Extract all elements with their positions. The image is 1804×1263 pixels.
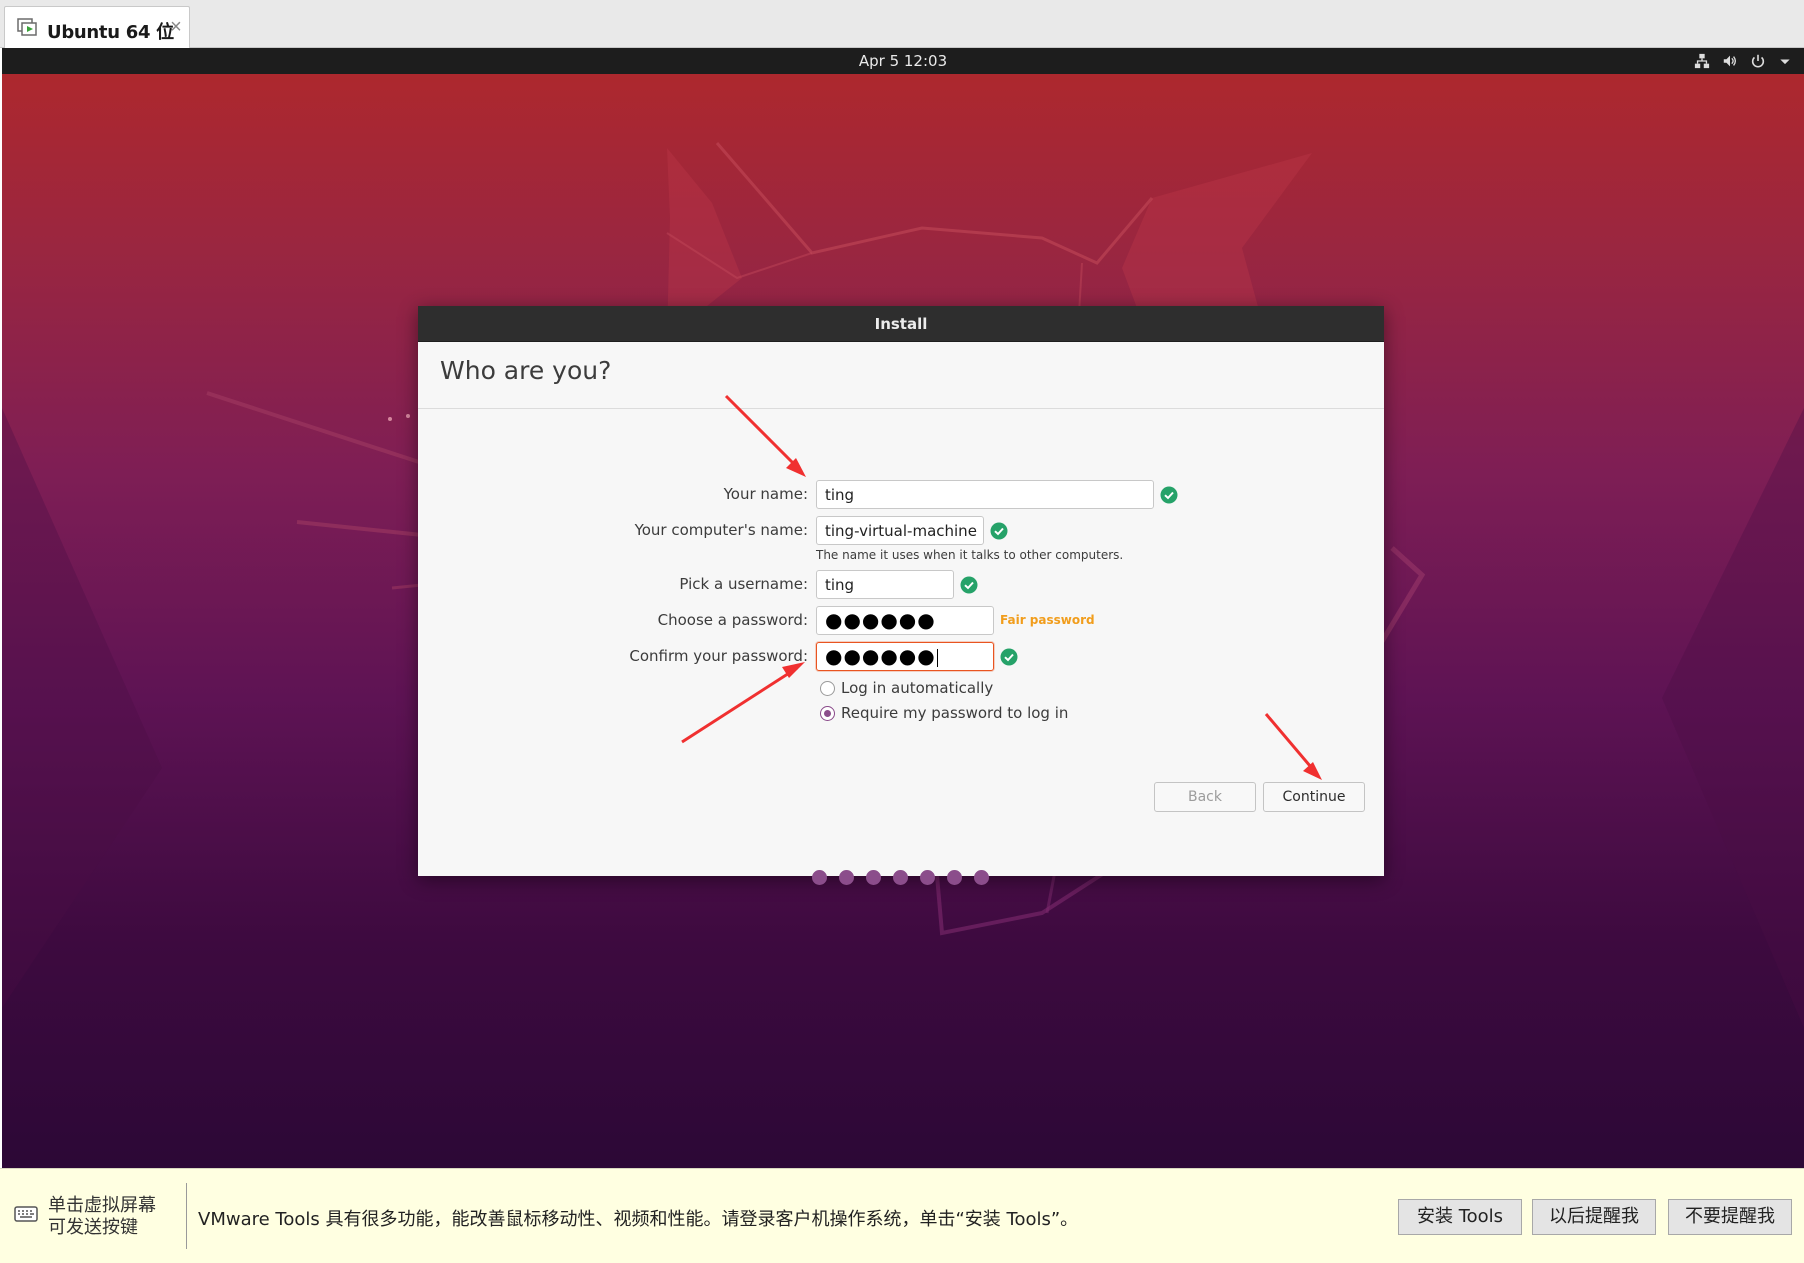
- your-name-input[interactable]: ting: [816, 480, 1154, 509]
- virtual-machine-icon: [17, 18, 37, 36]
- username-input[interactable]: ting: [816, 570, 954, 599]
- computer-name-label: Your computer's name:: [634, 521, 808, 539]
- install-window: Install Who are you? Your name: ting You…: [418, 306, 1384, 885]
- network-icon[interactable]: [1694, 53, 1710, 69]
- progress-dot: [866, 870, 881, 885]
- power-icon[interactable]: [1750, 53, 1766, 69]
- login-automatically-label: Log in automatically: [841, 679, 994, 697]
- vmware-tab-strip: Ubuntu 64 位 ×: [0, 0, 1804, 48]
- vm-tab-title: Ubuntu 64 位: [47, 22, 174, 43]
- confirm-password-label: Confirm your password:: [629, 647, 808, 665]
- radio-require-password[interactable]: [820, 705, 835, 721]
- menu-arrow-icon[interactable]: [1778, 53, 1792, 69]
- confirm-valid-check-icon: [1000, 648, 1018, 666]
- vm-tab-ubuntu[interactable]: Ubuntu 64 位 ×: [4, 6, 190, 48]
- progress-dot: [920, 870, 935, 885]
- install-titlebar[interactable]: Install: [418, 306, 1384, 342]
- require-password-option[interactable]: Require my password to log in: [820, 703, 1068, 723]
- page-title: Who are you?: [440, 356, 612, 385]
- keyboard-hint-line2: 可发送按键: [48, 1217, 138, 1238]
- password-label: Choose a password:: [657, 611, 808, 629]
- clock[interactable]: Apr 5 12:03: [2, 52, 1804, 70]
- computer-name-input[interactable]: ting-virtual-machine: [816, 516, 984, 545]
- gnome-top-bar: Apr 5 12:03: [2, 48, 1804, 74]
- progress-dot: [839, 870, 854, 885]
- password-input[interactable]: ●●●●●●: [816, 606, 994, 635]
- radio-login-automatically[interactable]: [820, 680, 835, 696]
- confirm-password-value: ●●●●●●: [825, 644, 936, 668]
- computer-name-hint: The name it uses when it talks to other …: [816, 548, 1124, 562]
- volume-icon[interactable]: [1722, 53, 1738, 69]
- password-strength: Fair password: [1000, 613, 1095, 627]
- close-icon[interactable]: ×: [165, 16, 187, 38]
- keyboard-hint-line1: 单击虚拟屏幕: [48, 1195, 156, 1216]
- text-caret: [936, 648, 938, 667]
- progress-dot: [974, 870, 989, 885]
- vmware-tools-message: VMware Tools 具有很多功能，能改善鼠标移动性、视频和性能。请登录客户…: [198, 1209, 1079, 1230]
- progress-dot: [812, 870, 827, 885]
- require-password-label: Require my password to log in: [841, 704, 1069, 722]
- continue-button[interactable]: Continue: [1263, 782, 1365, 812]
- back-button[interactable]: Back: [1154, 782, 1256, 812]
- heading-divider: [418, 408, 1384, 409]
- dont-remind-button[interactable]: 不要提醒我: [1668, 1199, 1792, 1235]
- vmware-tools-bar: 单击虚拟屏幕 可发送按键 VMware Tools 具有很多功能，能改善鼠标移动…: [0, 1168, 1804, 1263]
- install-window-title: Install: [874, 315, 928, 333]
- install-progress-dots: [812, 870, 992, 886]
- remind-later-button[interactable]: 以后提醒我: [1532, 1199, 1656, 1235]
- computer-name-valid-check-icon: [990, 522, 1008, 540]
- login-automatically-option[interactable]: Log in automatically: [820, 678, 993, 698]
- keyboard-hint: 单击虚拟屏幕 可发送按键: [48, 1195, 156, 1239]
- progress-dot: [947, 870, 962, 885]
- confirm-password-input[interactable]: ●●●●●●: [816, 642, 994, 671]
- progress-dot: [893, 870, 908, 885]
- system-tray[interactable]: [1694, 52, 1792, 70]
- keyboard-icon: [14, 1206, 38, 1222]
- tools-bar-divider: [186, 1183, 187, 1249]
- install-tools-button[interactable]: 安装 Tools: [1398, 1199, 1522, 1235]
- username-label: Pick a username:: [679, 575, 808, 593]
- username-valid-check-icon: [960, 576, 978, 594]
- name-valid-check-icon: [1160, 486, 1178, 504]
- your-name-label: Your name:: [723, 485, 808, 503]
